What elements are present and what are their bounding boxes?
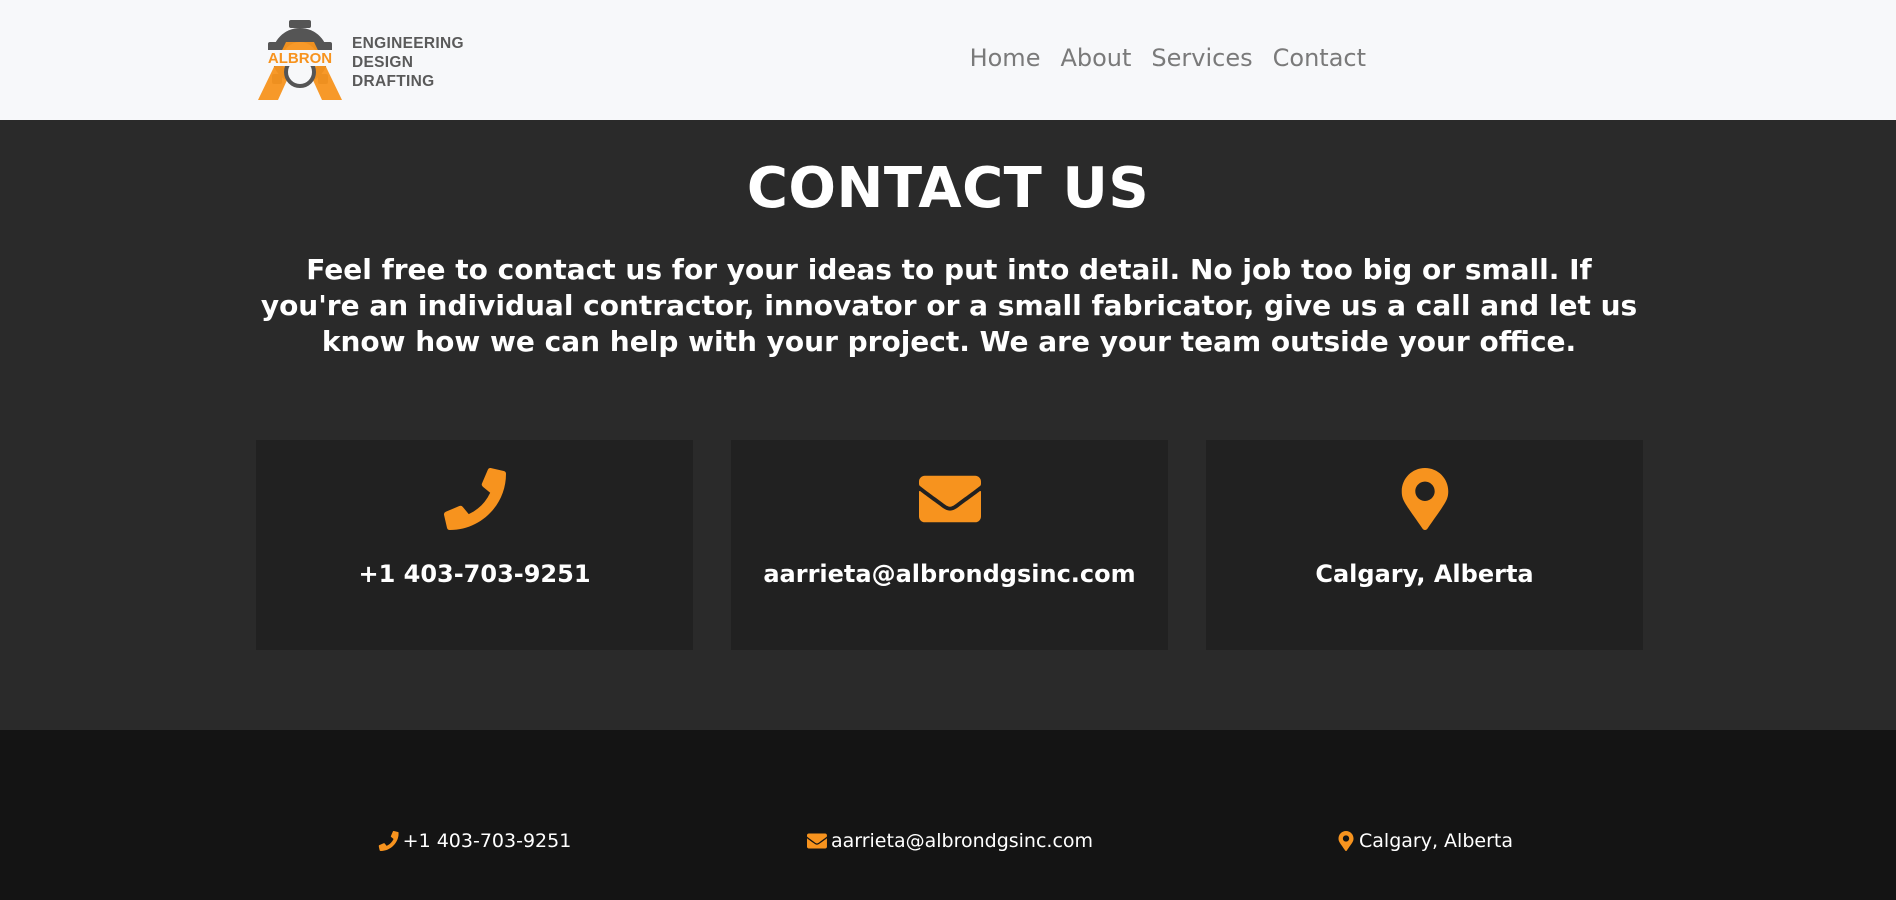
envelope-icon <box>806 833 827 849</box>
map-marker-icon <box>1338 831 1354 851</box>
nav-home[interactable]: Home <box>970 44 1041 72</box>
phone-icon <box>443 468 506 530</box>
footer-phone-text: +1 403-703-9251 <box>402 830 572 852</box>
envelope-icon <box>918 475 981 523</box>
contact-section: CONTACT US Feel free to contact us for y… <box>0 120 1896 730</box>
footer-email-text: aarrieta@albrondgsinc.com <box>830 830 1094 852</box>
location-card[interactable]: Calgary, Alberta <box>1206 440 1643 650</box>
footer-phone[interactable]: +1 403-703-9251 <box>378 830 572 852</box>
phone-value: +1 403-703-9251 <box>358 560 591 588</box>
albron-logo-mark: ALBRON <box>258 20 342 100</box>
main-nav: Home About Services Contact <box>970 44 1366 72</box>
site-footer: +1 403-703-9251 aarrieta@albrondgsinc.co… <box>0 730 1896 900</box>
nav-services[interactable]: Services <box>1151 44 1252 72</box>
phone-icon <box>378 831 399 851</box>
contact-cards: +1 403-703-9251 aarrieta@albrondgsinc.co… <box>256 440 1643 650</box>
nav-contact[interactable]: Contact <box>1273 44 1366 72</box>
email-value: aarrieta@albrondgsinc.com <box>763 560 1136 588</box>
nav-about[interactable]: About <box>1060 44 1131 72</box>
tagline-line: DRAFTING <box>352 73 435 90</box>
map-marker-icon <box>1401 468 1448 530</box>
logo-tagline: ENGINEERING DESIGN DRAFTING <box>352 34 464 91</box>
tagline-line: DESIGN <box>352 54 414 71</box>
phone-card[interactable]: +1 403-703-9251 <box>256 440 693 650</box>
logo-wordmark: ALBRON <box>268 50 332 67</box>
location-value: Calgary, Alberta <box>1315 560 1534 588</box>
footer-location-text: Calgary, Alberta <box>1359 830 1513 852</box>
page-title: CONTACT US <box>746 156 1150 221</box>
contact-intro: Feel free to contact us for your ideas t… <box>260 253 1638 358</box>
footer-location[interactable]: Calgary, Alberta <box>1337 830 1513 852</box>
footer-email[interactable]: aarrieta@albrondgsinc.com <box>806 830 1094 852</box>
tagline-line: ENGINEERING <box>352 35 464 52</box>
site-header: ALBRON ENGINEERING DESIGN DRAFTING Home … <box>0 0 1896 120</box>
email-card[interactable]: aarrieta@albrondgsinc.com <box>731 440 1168 650</box>
brand-logo[interactable]: ALBRON ENGINEERING DESIGN DRAFTING <box>256 20 466 100</box>
